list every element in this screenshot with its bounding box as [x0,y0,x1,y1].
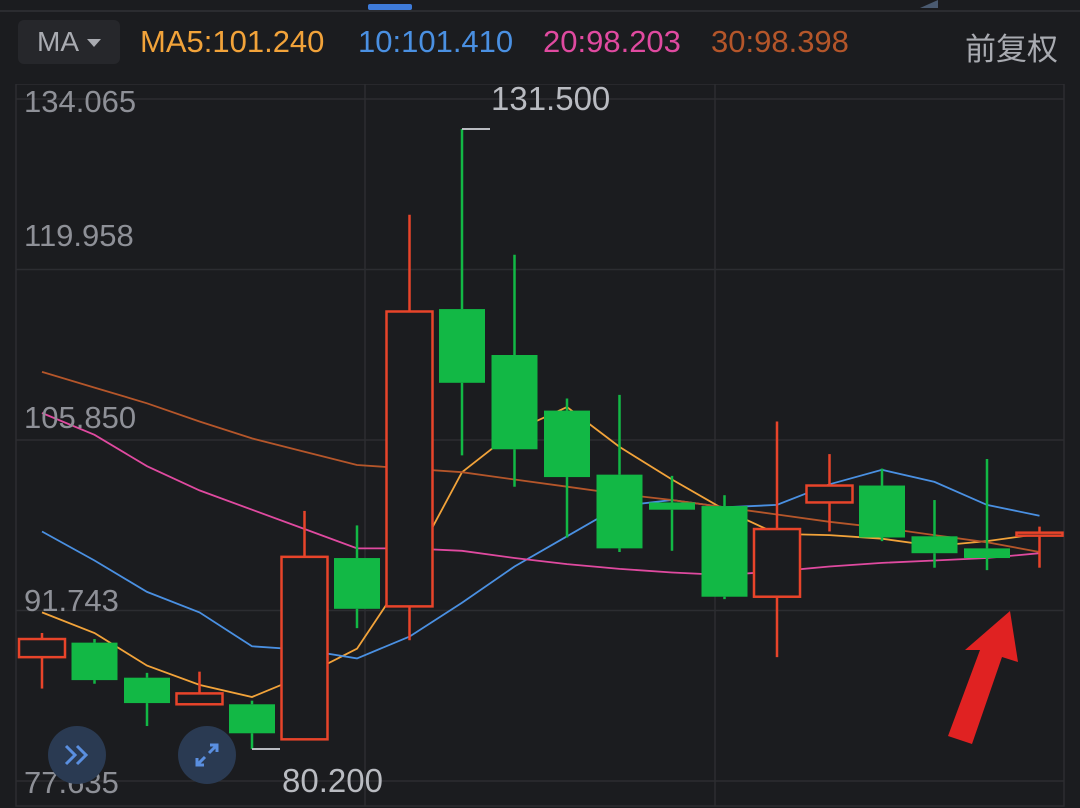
candle [596,394,643,553]
candle-body [229,704,275,734]
candles [17,129,1064,749]
candle-body [649,502,695,510]
candle [334,525,380,629]
price-tick-label: 119.958 [24,218,134,253]
candle-body [752,527,802,598]
price-adjust-toggle[interactable]: 前复权 [965,24,1058,69]
candle [439,129,485,456]
candle-body [124,677,170,704]
candle-body [859,485,905,538]
candle-body [911,536,958,554]
low-price-label: 80.200 [282,762,383,799]
candle [1015,526,1064,568]
candle [964,458,1010,571]
high-price-label: 131.500 [491,80,611,117]
corner-marker [920,0,938,8]
chart-grid [15,84,1065,807]
candle-body [491,355,538,450]
candle-body [385,310,434,608]
ma10-value: 10:101.410 [358,24,514,59]
chevron-down-icon [87,39,101,47]
candle [491,254,538,487]
candle [544,398,590,538]
candle [280,510,329,741]
candle-body [964,548,1010,559]
chart-frame [15,84,1065,807]
candle [649,475,695,551]
candle [859,468,905,542]
candle-body [280,555,329,741]
fullscreen-icon [195,743,219,767]
candle [911,500,958,568]
expand-button[interactable] [48,726,106,784]
candle [752,421,802,658]
candle-body [701,506,748,597]
candle-body [439,309,485,383]
candlestick-chart[interactable] [0,84,1080,808]
ma5-value: MA5:101.240 [140,24,325,59]
ma30-value: 30:98.398 [711,24,849,59]
candle-body [175,692,224,706]
candle-body [17,637,67,659]
candle [124,672,170,727]
price-tick-label: 105.850 [24,400,137,435]
indicator-dropdown[interactable]: MA [18,20,120,64]
candle-body [71,642,118,681]
price-tick-label: 91.743 [24,583,119,618]
candle-body [596,474,643,549]
indicator-toolbar: MA MA5:101.240 10:101.410 20:98.203 30:9… [0,0,1080,84]
candle [385,214,434,641]
candle [71,639,118,684]
candle-body [1015,531,1064,537]
candle [229,700,275,749]
price-tick-label: 134.065 [24,84,137,119]
candle [17,632,67,689]
candle [701,495,748,600]
candle-body [544,410,590,478]
candle-body [805,484,854,504]
indicator-dropdown-label: MA [37,26,79,57]
candle-body [334,558,380,609]
fullscreen-button[interactable] [178,726,236,784]
double-chevron-right-icon [64,744,89,766]
ma20-value: 20:98.203 [543,24,681,59]
active-tab-indicator [368,4,412,10]
top-divider [0,10,1080,12]
red-arrow-icon [948,611,1018,744]
